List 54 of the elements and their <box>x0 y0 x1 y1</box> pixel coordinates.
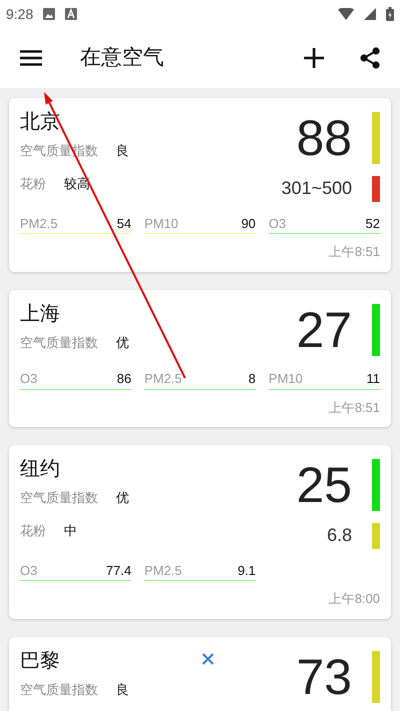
aqi-level: 优 <box>116 489 129 508</box>
aqi-level: 优 <box>116 334 129 352</box>
pollutant-name: O3 <box>268 214 286 232</box>
pollen-label: 花粉 <box>20 175 46 194</box>
city-name: 巴黎 <box>20 648 61 674</box>
city-card[interactable]: 上海 空气质量指数 优 27 O3 86 PM2.5 8 PM10 11 上午8:51 <box>9 290 391 427</box>
aqi-value: 88 <box>296 113 352 163</box>
signal-icon <box>364 8 376 20</box>
battery-icon <box>386 7 394 21</box>
aqi-value: 73 <box>296 652 352 702</box>
close-icon[interactable] <box>202 652 214 664</box>
pollutant-value: 54 <box>116 214 132 232</box>
city-card[interactable]: 巴黎 空气质量指数 良 73 <box>9 636 391 711</box>
pollutant-name: PM2.5 <box>144 370 182 388</box>
aqi-level: 良 <box>116 680 129 699</box>
update-time: 上午8:00 <box>328 590 380 608</box>
aqi-label: 空气质量指数 <box>20 334 98 352</box>
pollutant-value: 11 <box>366 370 380 388</box>
font-icon <box>65 8 78 20</box>
pollen-label: 花粉 <box>20 522 46 540</box>
aqi-level: 良 <box>116 142 129 160</box>
aqi-label: 空气质量指数 <box>20 680 98 699</box>
status-time: 9:28 <box>6 4 34 24</box>
pollutant-name: PM10 <box>144 214 178 232</box>
aqi-value: 25 <box>296 460 352 510</box>
city-name: 上海 <box>20 302 61 326</box>
pollen-level: 中 <box>64 522 77 540</box>
pollutant-value: 52 <box>366 214 380 232</box>
pollutant-name: O3 <box>20 562 38 580</box>
pollutant-name: PM10 <box>268 370 303 388</box>
image-icon <box>43 8 56 20</box>
aqi-value: 27 <box>296 304 352 354</box>
pollutant-value: 9.1 <box>238 562 256 580</box>
pollen-value: 301~500 <box>281 177 352 200</box>
aqi-label: 空气质量指数 <box>20 489 98 508</box>
wifi-icon <box>338 8 354 20</box>
city-card[interactable]: 纽约 空气质量指数 优 花粉 中 25 6.8 O3 77.4 PM2.5 9.1 上午8:00 <box>9 445 391 618</box>
add-icon[interactable] <box>304 48 324 68</box>
share-icon[interactable] <box>360 47 380 69</box>
city-name: 纽约 <box>20 457 61 482</box>
pollutant-name: PM2.5 <box>144 562 182 580</box>
update-time: 上午8:51 <box>328 243 380 261</box>
pollutant-value: 86 <box>116 370 132 388</box>
pollutant-value: 77.4 <box>106 562 132 580</box>
pollen-level: 较高 <box>64 175 90 194</box>
app-title: 在意空气 <box>80 45 164 72</box>
menu-icon[interactable] <box>20 50 42 66</box>
pollen-value: 6.8 <box>326 524 352 547</box>
pollutant-value: 90 <box>241 214 256 232</box>
pollutant-value: 8 <box>248 370 256 388</box>
pollutant-name: PM2.5 <box>20 214 58 232</box>
city-name: 北京 <box>20 110 61 135</box>
update-time: 上午8:51 <box>328 398 380 416</box>
pollutant-name: O3 <box>20 370 38 388</box>
